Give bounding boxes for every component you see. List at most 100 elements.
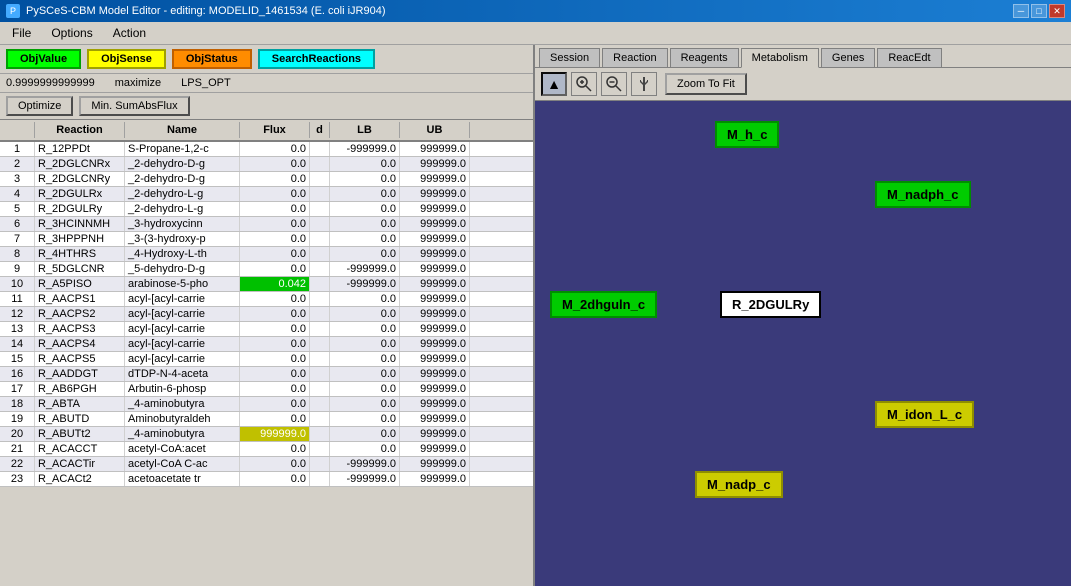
cell-reaction: R_2DGULRx <box>35 187 125 201</box>
table-row[interactable]: 19 R_ABUTD Aminobutyraldeh 0.0 0.0 99999… <box>0 412 533 427</box>
info-row: 0.9999999999999 maximize LPS_OPT <box>0 74 533 93</box>
node-m_h_c[interactable]: M_h_c <box>715 121 779 148</box>
cell-name: acetyl-CoA C-ac <box>125 457 240 471</box>
menu-action[interactable]: Action <box>105 24 154 42</box>
tab-reaction[interactable]: Reaction <box>602 48 667 67</box>
cell-lb: 0.0 <box>330 292 400 306</box>
table-row[interactable]: 9 R_5DGLCNR _5-dehydro-D-g 0.0 -999999.0… <box>0 262 533 277</box>
close-button[interactable]: ✕ <box>1049 4 1065 18</box>
node-r_2dgulry[interactable]: R_2DGULRy <box>720 291 821 318</box>
cell-ub: 999999.0 <box>400 262 470 276</box>
cell-name: _3-hydroxycinn <box>125 217 240 231</box>
cell-lb: 0.0 <box>330 247 400 261</box>
table-row[interactable]: 13 R_AACPS3 acyl-[acyl-carrie 0.0 0.0 99… <box>0 322 533 337</box>
zoom-in-tool[interactable] <box>571 72 597 96</box>
node-m_nadph_c[interactable]: M_nadph_c <box>875 181 971 208</box>
tab-genes[interactable]: Genes <box>821 48 875 67</box>
col-name: Name <box>125 122 240 138</box>
col-reaction: Reaction <box>35 122 125 138</box>
cell-d <box>310 307 330 321</box>
pan-tool[interactable] <box>631 72 657 96</box>
node-m_nadp_c[interactable]: M_nadp_c <box>695 471 783 498</box>
table-row[interactable]: 15 R_AACPS5 acyl-[acyl-carrie 0.0 0.0 99… <box>0 352 533 367</box>
col-lb: LB <box>330 122 400 138</box>
cell-reaction: R_AADDGT <box>35 367 125 381</box>
cell-flux: 0.0 <box>240 412 310 426</box>
cell-flux: 0.0 <box>240 247 310 261</box>
table-row[interactable]: 21 R_ACACCT acetyl-CoA:acet 0.0 0.0 9999… <box>0 442 533 457</box>
left-panel: ObjValue ObjSense ObjStatus SearchReacti… <box>0 45 535 586</box>
tab-reagents[interactable]: Reagents <box>670 48 739 67</box>
table-row[interactable]: 16 R_AADDGT dTDP-N-4-aceta 0.0 0.0 99999… <box>0 367 533 382</box>
zoom-fit-button[interactable]: Zoom To Fit <box>665 73 747 95</box>
cell-d <box>310 232 330 246</box>
cell-num: 17 <box>0 382 35 396</box>
optimize-button[interactable]: Optimize <box>6 96 73 116</box>
cell-num: 15 <box>0 352 35 366</box>
table-row[interactable]: 4 R_2DGULRx _2-dehydro-L-g 0.0 0.0 99999… <box>0 187 533 202</box>
menu-options[interactable]: Options <box>43 24 100 42</box>
pointer-tool[interactable]: ▲ <box>541 72 567 96</box>
cell-d <box>310 442 330 456</box>
objsense-button[interactable]: ObjSense <box>87 49 166 69</box>
cell-reaction: R_ABUTt2 <box>35 427 125 441</box>
minimize-button[interactable]: ─ <box>1013 4 1029 18</box>
cell-num: 13 <box>0 322 35 336</box>
minsum-button[interactable]: Min. SumAbsFlux <box>79 96 189 116</box>
cell-lb: 0.0 <box>330 382 400 396</box>
tab-metabolism[interactable]: Metabolism <box>741 48 819 68</box>
searchreactions-button[interactable]: SearchReactions <box>258 49 375 69</box>
cell-d <box>310 202 330 216</box>
cell-name: acyl-[acyl-carrie <box>125 307 240 321</box>
cell-name: _2-dehydro-D-g <box>125 157 240 171</box>
cell-reaction: R_2DGULRy <box>35 202 125 216</box>
cell-d <box>310 457 330 471</box>
table-row[interactable]: 7 R_3HPPPNH _3-(3-hydroxy-p 0.0 0.0 9999… <box>0 232 533 247</box>
cell-d <box>310 412 330 426</box>
zoom-out-tool[interactable] <box>601 72 627 96</box>
cell-num: 18 <box>0 397 35 411</box>
table-row[interactable]: 14 R_AACPS4 acyl-[acyl-carrie 0.0 0.0 99… <box>0 337 533 352</box>
node-m_2dhguln_c[interactable]: M_2dhguln_c <box>550 291 657 318</box>
table-row[interactable]: 10 R_A5PISO arabinose-5-pho 0.042 -99999… <box>0 277 533 292</box>
table-row[interactable]: 6 R_3HCINNMH _3-hydroxycinn 0.0 0.0 9999… <box>0 217 533 232</box>
cell-d <box>310 367 330 381</box>
title-bar: P PySCeS-CBM Model Editor - editing: MOD… <box>0 0 1071 22</box>
cell-num: 12 <box>0 307 35 321</box>
cell-num: 5 <box>0 202 35 216</box>
table-row[interactable]: 23 R_ACACt2 acetoacetate tr 0.0 -999999.… <box>0 472 533 487</box>
tab-session[interactable]: Session <box>539 48 600 67</box>
tab-reacedt[interactable]: ReacEdt <box>877 48 941 67</box>
menu-bar: File Options Action <box>0 22 1071 45</box>
table-row[interactable]: 22 R_ACACTir acetyl-CoA C-ac 0.0 -999999… <box>0 457 533 472</box>
cell-name: acetoacetate tr <box>125 472 240 486</box>
cell-reaction: R_AB6PGH <box>35 382 125 396</box>
menu-file[interactable]: File <box>4 24 39 42</box>
table-row[interactable]: 8 R_4HTHRS _4-Hydroxy-L-th 0.0 0.0 99999… <box>0 247 533 262</box>
cell-num: 2 <box>0 157 35 171</box>
table-row[interactable]: 11 R_AACPS1 acyl-[acyl-carrie 0.0 0.0 99… <box>0 292 533 307</box>
cell-reaction: R_AACPS1 <box>35 292 125 306</box>
table-row[interactable]: 17 R_AB6PGH Arbutin-6-phosp 0.0 0.0 9999… <box>0 382 533 397</box>
cell-name: arabinose-5-pho <box>125 277 240 291</box>
table-row[interactable]: 2 R_2DGLCNRx _2-dehydro-D-g 0.0 0.0 9999… <box>0 157 533 172</box>
cell-flux: 0.0 <box>240 232 310 246</box>
node-m_idon_l_c[interactable]: M_idon_L_c <box>875 401 974 428</box>
cell-lb: 0.0 <box>330 442 400 456</box>
table-row[interactable]: 12 R_AACPS2 acyl-[acyl-carrie 0.0 0.0 99… <box>0 307 533 322</box>
objvalue-button[interactable]: ObjValue <box>6 49 81 69</box>
cell-reaction: R_ACACCT <box>35 442 125 456</box>
maximize-button[interactable]: □ <box>1031 4 1047 18</box>
table-row[interactable]: 20 R_ABUTt2 _4-aminobutyra 999999.0 0.0 … <box>0 427 533 442</box>
cell-d <box>310 262 330 276</box>
objstatus-button[interactable]: ObjStatus <box>172 49 252 69</box>
table-row[interactable]: 18 R_ABTA _4-aminobutyra 0.0 0.0 999999.… <box>0 397 533 412</box>
table-row[interactable]: 5 R_2DGULRy _2-dehydro-L-g 0.0 0.0 99999… <box>0 202 533 217</box>
cell-ub: 999999.0 <box>400 367 470 381</box>
cell-flux: 0.0 <box>240 142 310 156</box>
obj-value-display: 0.9999999999999 <box>6 77 95 89</box>
cell-reaction: R_2DGLCNRy <box>35 172 125 186</box>
cell-num: 6 <box>0 217 35 231</box>
table-row[interactable]: 1 R_12PPDt S-Propane-1,2-c 0.0 -999999.0… <box>0 142 533 157</box>
table-row[interactable]: 3 R_2DGLCNRy _2-dehydro-D-g 0.0 0.0 9999… <box>0 172 533 187</box>
